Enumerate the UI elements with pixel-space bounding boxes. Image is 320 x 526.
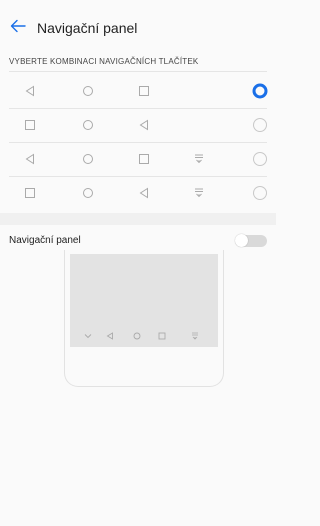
- preview-nav-bar: [70, 325, 218, 347]
- back-button[interactable]: [6, 16, 30, 36]
- radio-unselected-icon[interactable]: [252, 185, 268, 201]
- back-icon: [139, 119, 148, 131]
- divider: [9, 142, 267, 143]
- notification-pull-icon: [195, 188, 203, 198]
- recent-icon: [139, 86, 149, 96]
- hide-icon: [84, 334, 92, 339]
- phone-preview: [64, 250, 224, 387]
- recent-icon: [25, 120, 35, 130]
- preview-screen: [70, 254, 218, 347]
- home-icon: [83, 188, 93, 198]
- home-icon: [83, 154, 93, 164]
- back-icon: [139, 187, 148, 199]
- home-icon: [83, 86, 93, 96]
- radio-selected-icon[interactable]: [252, 83, 268, 99]
- nav-option-1[interactable]: [0, 77, 276, 105]
- back-icon: [25, 85, 34, 97]
- title-bar: Navigační panel: [0, 0, 276, 50]
- page-title: Navigační panel: [37, 20, 138, 36]
- radio-unselected-icon[interactable]: [252, 151, 268, 167]
- nav-bar-toggle-row[interactable]: Navigační panel: [0, 226, 276, 252]
- nav-option-3[interactable]: [0, 145, 276, 173]
- section-separator: [0, 213, 276, 225]
- radio-unselected-icon[interactable]: [252, 117, 268, 133]
- notification-pull-icon: [195, 154, 203, 164]
- recent-icon: [25, 188, 35, 198]
- notification-pull-icon: [192, 332, 198, 340]
- home-icon: [83, 120, 93, 130]
- divider: [9, 71, 267, 72]
- arrow-left-icon: [10, 19, 26, 33]
- nav-option-4[interactable]: [0, 179, 276, 207]
- recent-icon: [158, 332, 166, 340]
- nav-option-2[interactable]: [0, 111, 276, 139]
- back-icon: [106, 332, 113, 340]
- switch-knob: [235, 234, 248, 247]
- section-label: VYBERTE KOMBINACI NAVIGAČNÍCH TLAČÍTEK: [9, 57, 199, 66]
- back-icon: [25, 153, 34, 165]
- recent-icon: [139, 154, 149, 164]
- nav-bar-switch[interactable]: [235, 234, 267, 247]
- toggle-label: Navigační panel: [9, 235, 81, 246]
- divider: [9, 176, 267, 177]
- divider: [9, 108, 267, 109]
- home-icon: [133, 332, 141, 340]
